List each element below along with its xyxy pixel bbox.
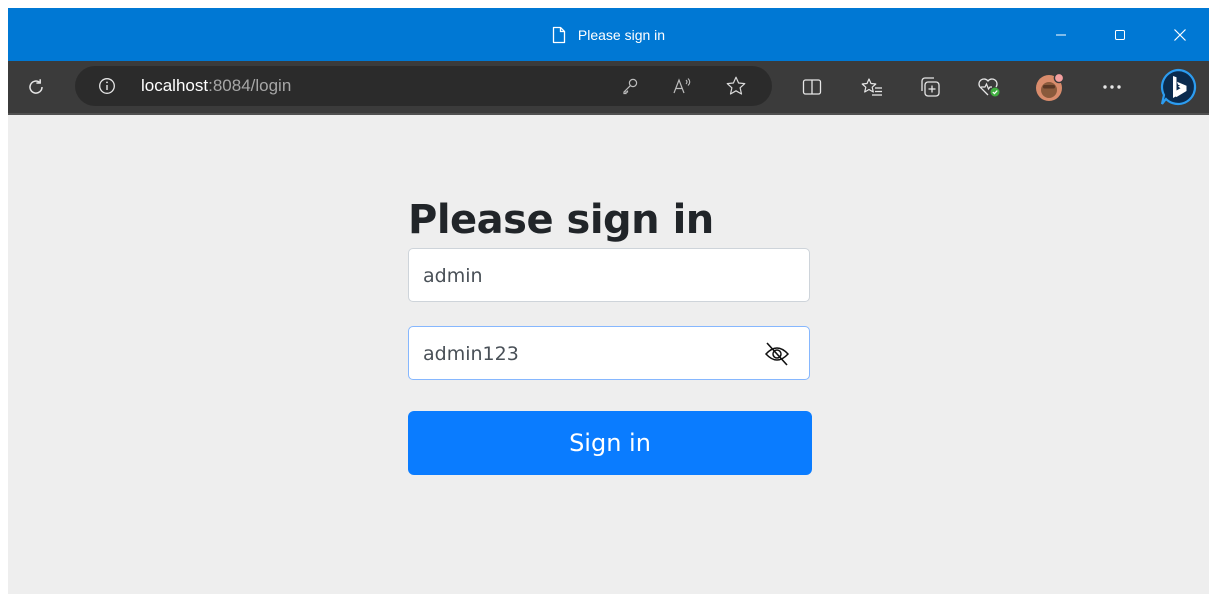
site-info-button[interactable] [97, 76, 117, 96]
maximize-icon [1115, 29, 1125, 40]
key-icon [623, 78, 638, 95]
profile-button[interactable] [1033, 70, 1067, 104]
favorite-button[interactable] [724, 75, 748, 97]
page-heading: Please sign in [408, 197, 714, 243]
address-bar[interactable]: localhost:8084/login [75, 66, 772, 106]
split-screen-button[interactable] [800, 75, 824, 99]
collections-icon [921, 77, 940, 97]
refresh-icon [29, 79, 43, 94]
bing-copilot-icon [1160, 68, 1197, 106]
url-host: localhost [141, 76, 209, 95]
username-value: admin [423, 265, 483, 287]
page-icon [552, 26, 566, 44]
password-value: admin123 [423, 343, 519, 365]
close-icon [1174, 28, 1186, 41]
browser-toolbar: localhost:8084/login [8, 61, 1209, 113]
browser-essentials-icon [978, 78, 1000, 97]
url-text: localhost:8084/login [141, 66, 291, 106]
favorites-icon [861, 78, 882, 96]
sign-in-button[interactable]: Sign in [408, 411, 812, 475]
close-button[interactable] [1157, 8, 1203, 61]
maximize-button[interactable] [1097, 8, 1143, 61]
split-screen-icon [802, 79, 822, 95]
profile-avatar-icon [1036, 72, 1065, 101]
collections-button[interactable] [918, 75, 942, 99]
url-path: :8084/login [208, 76, 292, 95]
username-field[interactable]: admin [408, 248, 810, 302]
hide-password-button[interactable] [762, 339, 792, 369]
page-content: Please sign in admin admin123 Sign in [8, 115, 1209, 594]
minimize-icon [1056, 34, 1066, 35]
read-aloud-button[interactable] [671, 76, 695, 96]
window-title: Please sign in [577, 26, 666, 43]
favorites-button[interactable] [860, 75, 884, 99]
refresh-button[interactable] [22, 73, 50, 101]
minimize-button[interactable] [1038, 8, 1084, 61]
favorite-star-icon [726, 76, 746, 95]
browser-essentials-button[interactable] [977, 75, 1001, 99]
copilot-button[interactable] [1158, 67, 1198, 107]
hide-password-icon [764, 342, 790, 366]
more-button[interactable] [1098, 75, 1126, 99]
more-icon [1103, 85, 1121, 89]
window-title-group: Please sign in [8, 8, 1209, 61]
browser-window: Please sign in localhost:8084/login Plea… [8, 8, 1209, 594]
site-info-icon [99, 78, 115, 94]
password-field[interactable]: admin123 [408, 326, 810, 380]
read-aloud-icon [673, 78, 691, 94]
title-bar: Please sign in [8, 8, 1209, 61]
password-key-button[interactable] [620, 76, 640, 96]
